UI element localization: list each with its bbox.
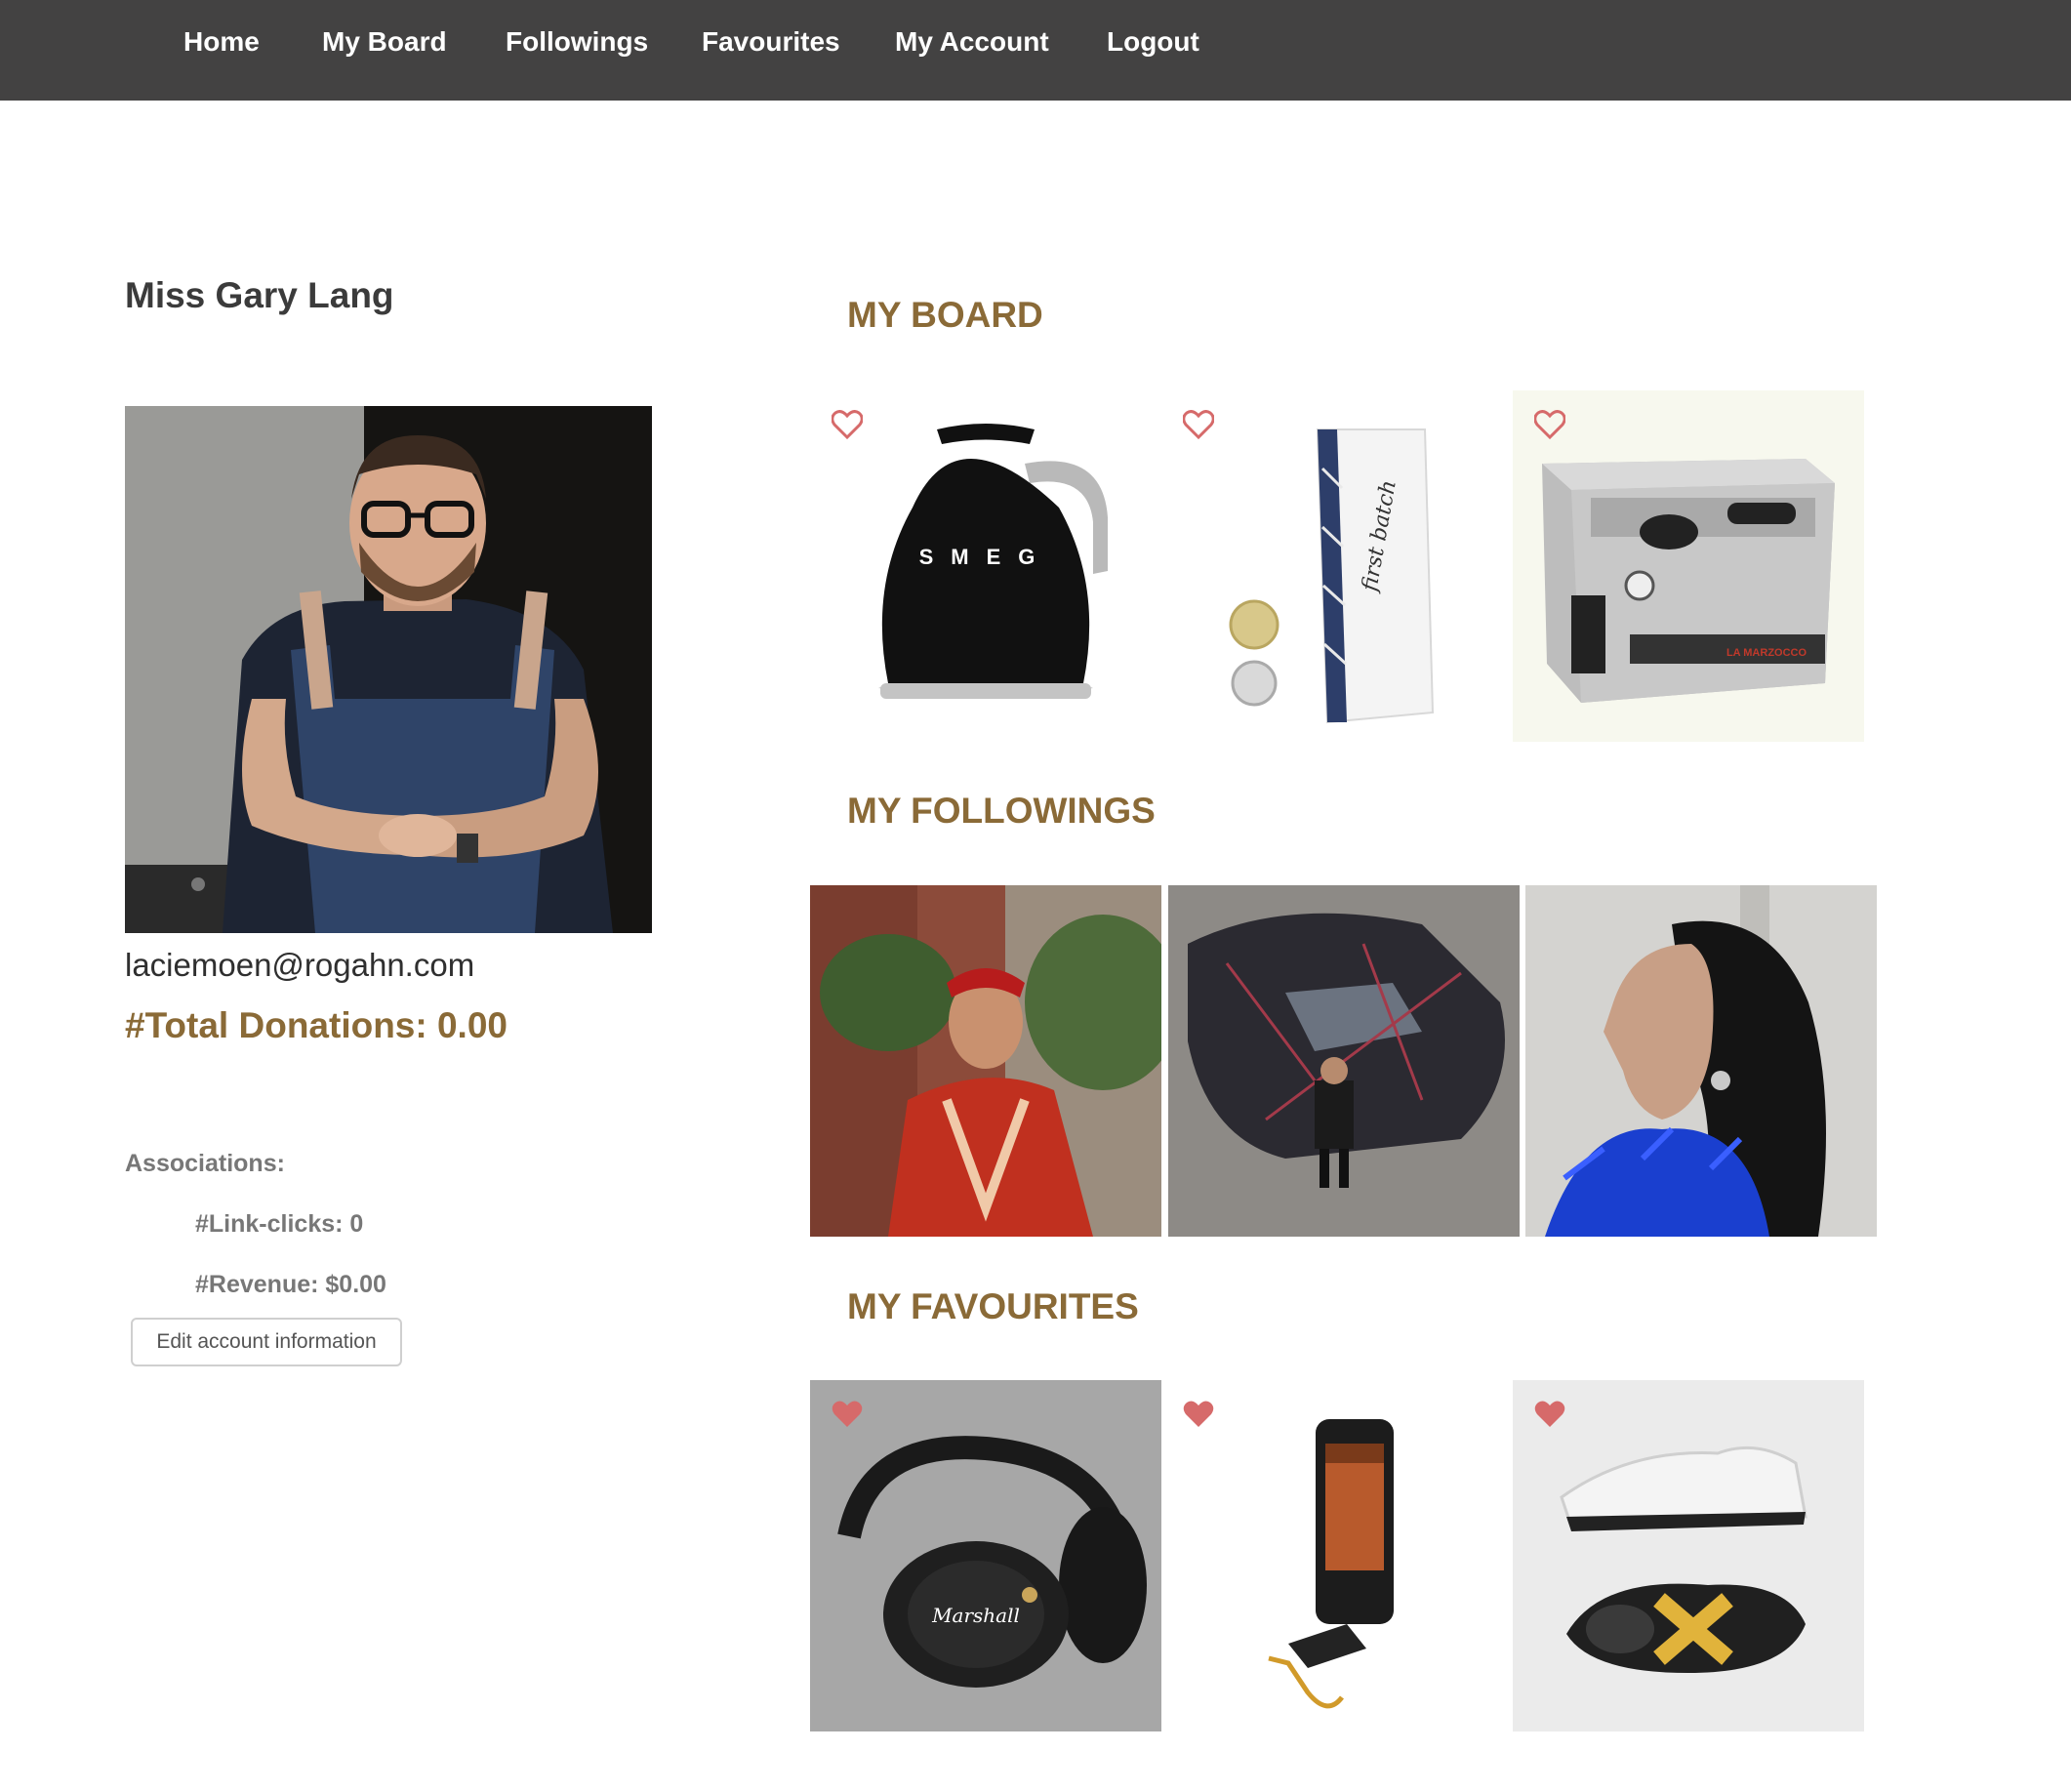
kettle-brand-text: SMEG: [919, 545, 1053, 569]
espresso-brand-text: LA MARZOCCO: [1726, 647, 1807, 659]
associations-label: Associations:: [125, 1150, 285, 1177]
edit-account-button[interactable]: Edit account information: [131, 1318, 402, 1366]
following-photo-man-with-car: [1168, 885, 1520, 1237]
favourite-item-headphones[interactable]: Marshall: [810, 1380, 1161, 1731]
following-item-1[interactable]: [810, 885, 1161, 1237]
nav-favourites[interactable]: Favourites: [702, 0, 840, 84]
section-title-favourites: MY FAVOURITES: [847, 1286, 1139, 1326]
section-title-board: MY BOARD: [847, 295, 1043, 335]
revenue-stat: #Revenue: $0.00: [195, 1271, 386, 1298]
following-item-2[interactable]: [1168, 885, 1520, 1237]
sneakers-image: [1513, 1380, 1864, 1731]
espresso-machine-image: LA MARZOCCO: [1513, 390, 1864, 742]
headphones-image: Marshall: [810, 1380, 1161, 1731]
heart-filled-icon[interactable]: [832, 1400, 863, 1429]
link-clicks-stat: #Link-clicks: 0: [195, 1210, 364, 1238]
section-title-followings: MY FOLLOWINGS: [847, 791, 1156, 831]
top-navbar: Home My Board Followings Favourites My A…: [0, 0, 2071, 101]
heart-icon[interactable]: [1183, 410, 1214, 439]
following-item-3[interactable]: [1525, 885, 1877, 1237]
heart-filled-icon[interactable]: [1534, 1400, 1565, 1429]
nav-my-board[interactable]: My Board: [322, 0, 447, 84]
rugged-phone-image: [1161, 1380, 1513, 1731]
board-item-kettle[interactable]: SMEG: [810, 390, 1161, 742]
board-item-espresso-machine[interactable]: LA MARZOCCO: [1513, 390, 1864, 742]
kettle-image: SMEG: [810, 390, 1161, 742]
heart-icon[interactable]: [832, 410, 863, 439]
board-item-coffee-bag[interactable]: first batch: [1161, 390, 1513, 742]
headphones-brand-text: Marshall: [931, 1604, 1020, 1627]
following-photo-man-red-shirt: [810, 885, 1161, 1237]
heart-icon[interactable]: [1534, 410, 1565, 439]
nav-logout[interactable]: Logout: [1107, 0, 1199, 84]
profile-email: laciemoen@rogahn.com: [125, 947, 475, 983]
heart-filled-icon[interactable]: [1183, 1400, 1214, 1429]
following-photo-woman-blue-feathers: [1525, 885, 1877, 1237]
favourite-item-sneakers[interactable]: [1513, 1380, 1864, 1731]
total-donations: #Total Donations: 0.00: [125, 1005, 508, 1045]
nav-home[interactable]: Home: [183, 0, 260, 84]
favourite-item-phone[interactable]: [1161, 1380, 1513, 1731]
nav-my-account[interactable]: My Account: [895, 0, 1049, 84]
profile-name: Miss Gary Lang: [125, 275, 394, 315]
coffee-bag-image: first batch: [1161, 390, 1513, 742]
avatar: [125, 406, 652, 933]
nav-followings[interactable]: Followings: [506, 0, 648, 84]
